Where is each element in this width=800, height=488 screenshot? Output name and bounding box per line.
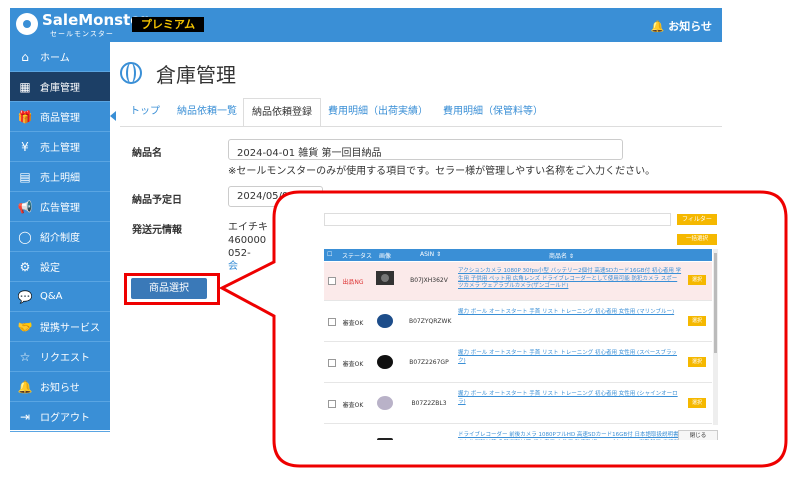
- modal-scrollbar[interactable]: [713, 249, 718, 425]
- col-product-name[interactable]: 商品名 ⇕: [549, 251, 574, 260]
- table-row: 出品NG B07JXH362V アクションカメラ 1080P 30fps小型 バッテ…: [324, 262, 712, 301]
- row-status: 出品NG: [342, 279, 364, 286]
- row-asin: B07Z2267GP: [409, 359, 449, 366]
- product-thumbnail: [374, 349, 396, 375]
- close-button[interactable]: 閉じる: [678, 430, 718, 440]
- row-status: 審査OK: [342, 361, 364, 368]
- row-status: 審査OK: [342, 402, 364, 409]
- product-thumbnail: [374, 308, 396, 334]
- modal-search-input[interactable]: [324, 213, 671, 226]
- row-select-button[interactable]: 選択: [688, 275, 706, 285]
- product-select-modal: フィルター 一括選択 ☐ ステータス 画像 ASIN ⇕ 商品名 ⇕ 出品NG B…: [322, 208, 720, 440]
- row-status: 審査OK: [342, 320, 364, 327]
- header-checkbox[interactable]: ☐: [327, 251, 332, 258]
- table-row: 審査中B07Y1PRF8Pドライブレコーダー 前後カメラ 1080PフルHD 高…: [324, 426, 712, 440]
- row-checkbox[interactable]: [328, 277, 336, 285]
- row-product-name-link[interactable]: 握力 ボール オートスタート 手首 リスト トレーニング 初心者用 女性用 (マ…: [458, 309, 682, 317]
- col-image: 画像: [379, 253, 392, 260]
- row-product-name-link[interactable]: 握力 ボール オートスタート 手首 リスト トレーニング 初心者用 女性用 (ス…: [458, 350, 682, 365]
- modal-table-header: ☐ ステータス 画像 ASIN ⇕ 商品名 ⇕: [324, 249, 712, 261]
- bulk-select-button[interactable]: 一括選択: [677, 234, 717, 245]
- product-thumbnail: [374, 267, 396, 293]
- product-thumbnail: [374, 431, 396, 440]
- table-row: 審査OK B07Z2ZBL3 握力 ボール オートスタート 手首 リスト トレーニン…: [324, 385, 712, 424]
- row-product-name-link[interactable]: 握力 ボール オートスタート 手首 リスト トレーニング 初心者用 女性用 (シ…: [458, 391, 682, 406]
- product-thumbnail: [374, 390, 396, 416]
- col-status: ステータス: [342, 253, 373, 260]
- row-select-button[interactable]: 選択: [688, 398, 706, 408]
- row-asin: B07Z2ZBL3: [411, 400, 447, 407]
- row-asin: B07JXH362V: [410, 277, 448, 284]
- row-select-button[interactable]: 選択: [688, 316, 706, 326]
- row-checkbox[interactable]: [328, 400, 336, 408]
- row-product-name-link[interactable]: ドライブレコーダー 前後カメラ 1080PフルHD 高速SDカード16GB付 日…: [458, 432, 682, 440]
- row-select-button[interactable]: 選択: [688, 357, 706, 367]
- row-checkbox[interactable]: [328, 318, 336, 326]
- table-row: 審査OK B07ZYQRZWK 握力 ボール オートスタート 手首 リスト トレーニ…: [324, 303, 712, 342]
- table-row: 審査OK B07Z2267GP 握力 ボール オートスタート 手首 リスト トレーニ…: [324, 344, 712, 383]
- row-checkbox[interactable]: [328, 359, 336, 367]
- col-asin[interactable]: ASIN ⇕: [420, 251, 441, 258]
- row-asin: B07ZYQRZWK: [409, 318, 452, 325]
- filter-button[interactable]: フィルター: [677, 214, 717, 225]
- row-product-name-link[interactable]: アクションカメラ 1080P 30fps小型 バッテリー2個付 高速SDカード1…: [458, 268, 682, 291]
